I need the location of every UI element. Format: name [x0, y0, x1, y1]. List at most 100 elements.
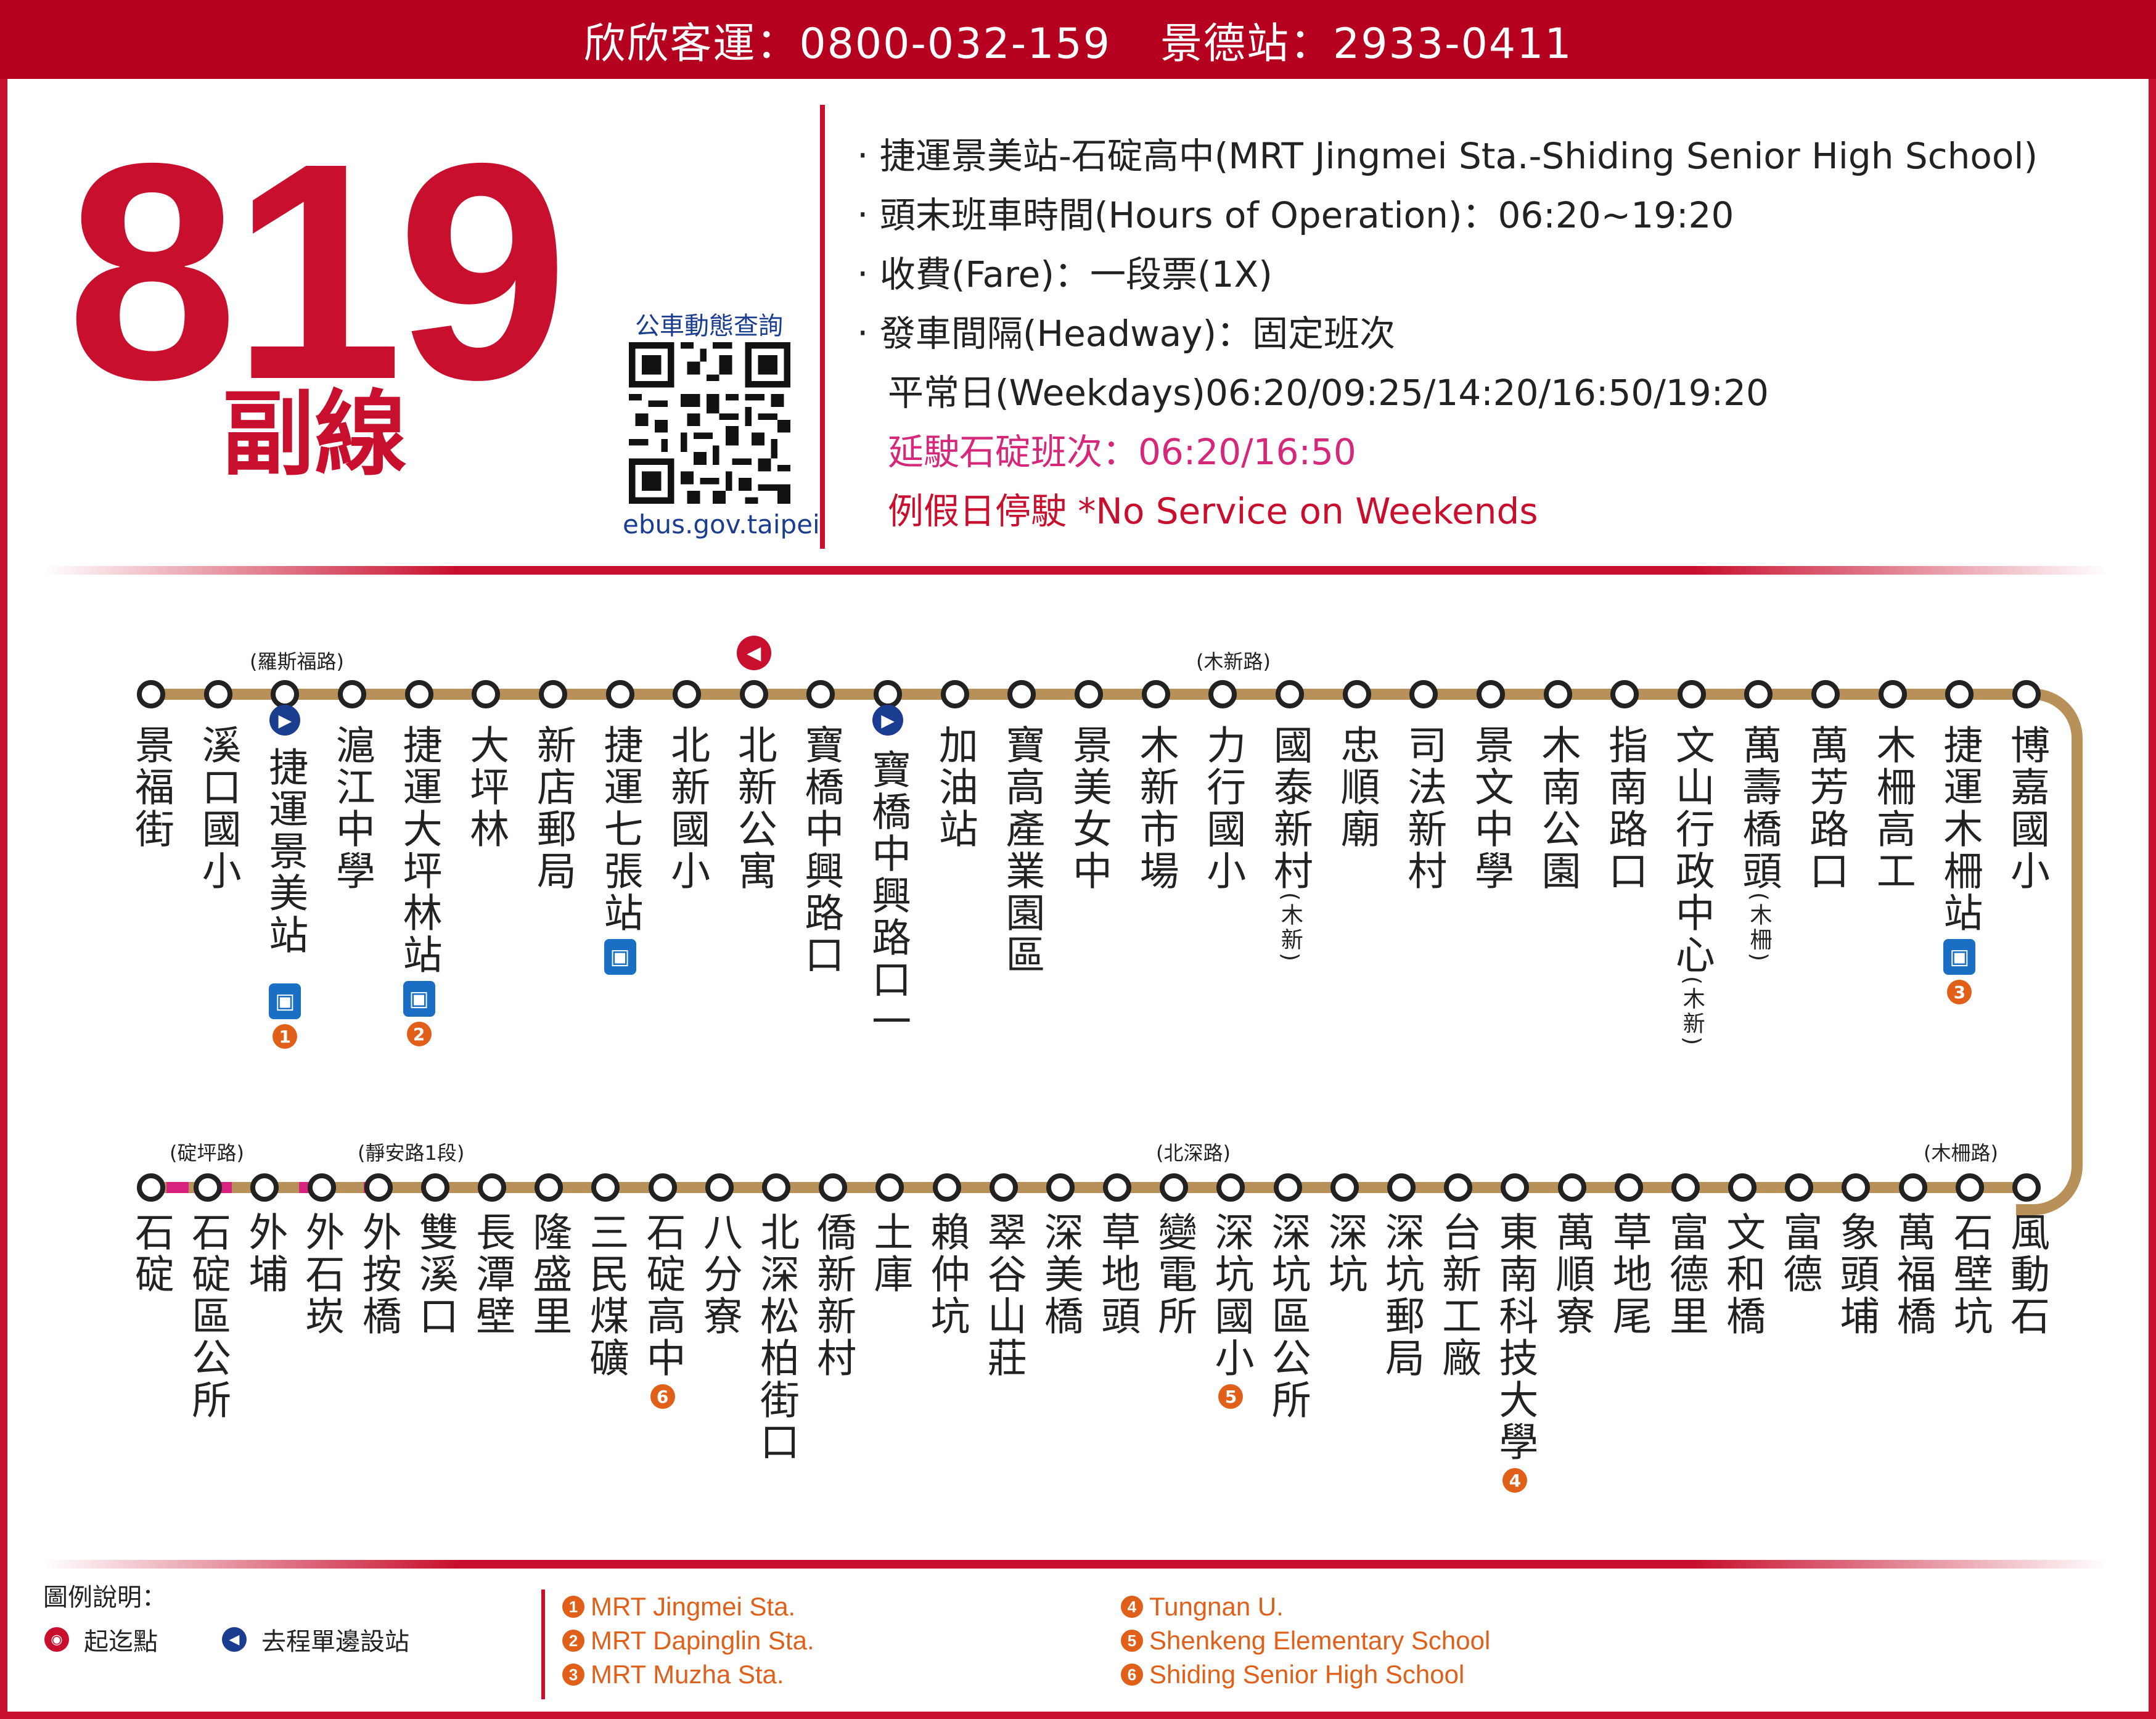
- stop-dot[interactable]: [1387, 1173, 1416, 1202]
- stop-dot[interactable]: [1330, 1173, 1359, 1202]
- stop-dot[interactable]: [1898, 1173, 1927, 1202]
- stop-dot[interactable]: [1444, 1173, 1473, 1202]
- stop-name[interactable]: 溪口國小: [195, 724, 241, 892]
- stop-dot[interactable]: [705, 1173, 734, 1202]
- stop-dot[interactable]: [472, 680, 501, 708]
- stop-name[interactable]: 北新公寓: [731, 724, 777, 892]
- stop-name[interactable]: 新店郵局: [530, 724, 576, 892]
- stop-dot[interactable]: [989, 1173, 1018, 1202]
- stop-name[interactable]: 風動石: [2004, 1212, 2049, 1337]
- stop-name[interactable]: 景福街: [128, 724, 174, 850]
- stop-dot[interactable]: [739, 680, 768, 708]
- stop-name[interactable]: 僑新新村: [810, 1212, 856, 1379]
- stop-dot[interactable]: [404, 680, 433, 708]
- stop-name[interactable]: 隆盛里: [526, 1212, 572, 1337]
- qr-code-icon[interactable]: [629, 342, 790, 504]
- stop-name[interactable]: 捷運景美站: [262, 747, 308, 956]
- stop-name[interactable]: 木新市場: [1133, 724, 1179, 892]
- stop-name[interactable]: 指南路口: [1602, 724, 1647, 892]
- stop-dot[interactable]: [1342, 680, 1371, 708]
- stop-name[interactable]: 長潭壁: [469, 1212, 515, 1337]
- stop-dot[interactable]: [364, 1173, 393, 1202]
- stop-dot[interactable]: [1557, 1173, 1586, 1202]
- stop-name[interactable]: 草地尾: [1606, 1212, 1652, 1337]
- stop-name[interactable]: 博嘉國小: [2004, 724, 2049, 892]
- start-end-icon[interactable]: ◀: [736, 636, 771, 670]
- stop-dot[interactable]: [1811, 680, 1840, 708]
- stop-name[interactable]: 深坑國小: [1208, 1212, 1253, 1379]
- stop-name[interactable]: 景美女中: [1066, 724, 1112, 892]
- stop-name[interactable]: 翠谷山莊: [981, 1212, 1027, 1379]
- stop-dot[interactable]: [2012, 1173, 2041, 1202]
- stop-name[interactable]: 木柵高工: [1870, 724, 1916, 892]
- stop-dot[interactable]: [1409, 680, 1438, 708]
- stop-dot[interactable]: [538, 680, 567, 708]
- stop-name[interactable]: 力行國小: [1200, 724, 1245, 892]
- stop-name[interactable]: 石碇: [128, 1212, 174, 1295]
- stop-name[interactable]: 景文中學: [1468, 724, 1514, 892]
- stop-dot[interactable]: [1878, 680, 1907, 708]
- stop-dot[interactable]: [1141, 680, 1170, 708]
- stop-dot[interactable]: [1614, 1173, 1643, 1202]
- stop-dot[interactable]: [1275, 680, 1304, 708]
- stop-name[interactable]: 加油站: [932, 724, 978, 850]
- stop-dot[interactable]: [137, 680, 165, 708]
- stop-dot[interactable]: [1785, 1173, 1814, 1202]
- stop-name[interactable]: 賴仲坑: [924, 1212, 970, 1337]
- stop-name[interactable]: 深坑: [1322, 1212, 1367, 1295]
- qr-url[interactable]: ebus.gov.taipei: [623, 509, 820, 539]
- stop-dot[interactable]: [478, 1173, 507, 1202]
- stop-name[interactable]: 富德: [1776, 1212, 1822, 1295]
- stop-name[interactable]: 石壁坑: [1947, 1212, 1993, 1337]
- stop-name[interactable]: 國泰新村(木新): [1267, 724, 1313, 964]
- stop-dot[interactable]: [1476, 680, 1505, 708]
- stop-dot[interactable]: [535, 1173, 564, 1202]
- stop-dot[interactable]: [1208, 680, 1237, 708]
- stop-name[interactable]: 文和橋: [1719, 1212, 1765, 1337]
- stop-name[interactable]: 深美橋: [1038, 1212, 1083, 1337]
- stop-name[interactable]: 富德里: [1663, 1212, 1708, 1337]
- stop-name[interactable]: 外石崁: [299, 1212, 345, 1337]
- stop-name[interactable]: 雙溪口: [412, 1212, 458, 1337]
- stop-dot[interactable]: [1273, 1173, 1302, 1202]
- stop-dot[interactable]: [648, 1173, 677, 1202]
- stop-dot[interactable]: [307, 1173, 336, 1202]
- stop-name[interactable]: 石碇高中: [640, 1212, 686, 1379]
- stop-dot[interactable]: [940, 680, 969, 708]
- stop-dot[interactable]: [1671, 1173, 1700, 1202]
- stop-name[interactable]: 象頭埔: [1833, 1212, 1879, 1337]
- stop-dot[interactable]: [932, 1173, 961, 1202]
- stop-dot[interactable]: [1075, 680, 1103, 708]
- stop-name[interactable]: 滬江中學: [329, 724, 375, 892]
- stop-name[interactable]: 三民煤礦: [583, 1212, 628, 1379]
- stop-dot[interactable]: [1160, 1173, 1189, 1202]
- stop-dot[interactable]: [819, 1173, 848, 1202]
- stop-name[interactable]: 台新工廠: [1435, 1212, 1481, 1379]
- stop-name[interactable]: 外埔: [242, 1212, 287, 1295]
- stop-dot[interactable]: [1610, 680, 1639, 708]
- stop-name[interactable]: 東南科技大學: [1492, 1212, 1538, 1463]
- stop-name[interactable]: 八分寮: [697, 1212, 742, 1337]
- stop-name[interactable]: 大坪林: [463, 724, 509, 850]
- stop-name[interactable]: 石碇區公所: [185, 1212, 231, 1421]
- stop-name[interactable]: 寶橋中興路口: [798, 724, 843, 976]
- stop-name[interactable]: 北深松柏街口: [753, 1212, 799, 1463]
- stop-dot[interactable]: [137, 1173, 165, 1202]
- stop-dot[interactable]: [337, 680, 366, 708]
- stop-dot[interactable]: [194, 1173, 223, 1202]
- stop-name[interactable]: 文山行政中心(木新): [1669, 724, 1715, 1048]
- stop-dot[interactable]: [203, 680, 232, 708]
- stop-dot[interactable]: [762, 1173, 790, 1202]
- stop-name[interactable]: 捷運木柵站: [1937, 724, 1982, 934]
- stop-name[interactable]: 萬壽橋頭(木柵): [1736, 724, 1781, 964]
- stop-name[interactable]: 捷運大坪林站: [396, 724, 442, 976]
- stop-dot[interactable]: [1955, 1173, 1984, 1202]
- stop-name[interactable]: 萬福橋: [1890, 1212, 1936, 1337]
- stop-name[interactable]: 深坑區公所: [1265, 1212, 1311, 1421]
- stop-name[interactable]: 外按橋: [356, 1212, 401, 1337]
- stop-name[interactable]: 司法新村: [1401, 724, 1446, 892]
- stop-dot[interactable]: [1046, 1173, 1075, 1202]
- stop-dot[interactable]: [1543, 680, 1572, 708]
- stop-name[interactable]: 變電所: [1151, 1212, 1197, 1337]
- stop-dot[interactable]: [2012, 680, 2041, 708]
